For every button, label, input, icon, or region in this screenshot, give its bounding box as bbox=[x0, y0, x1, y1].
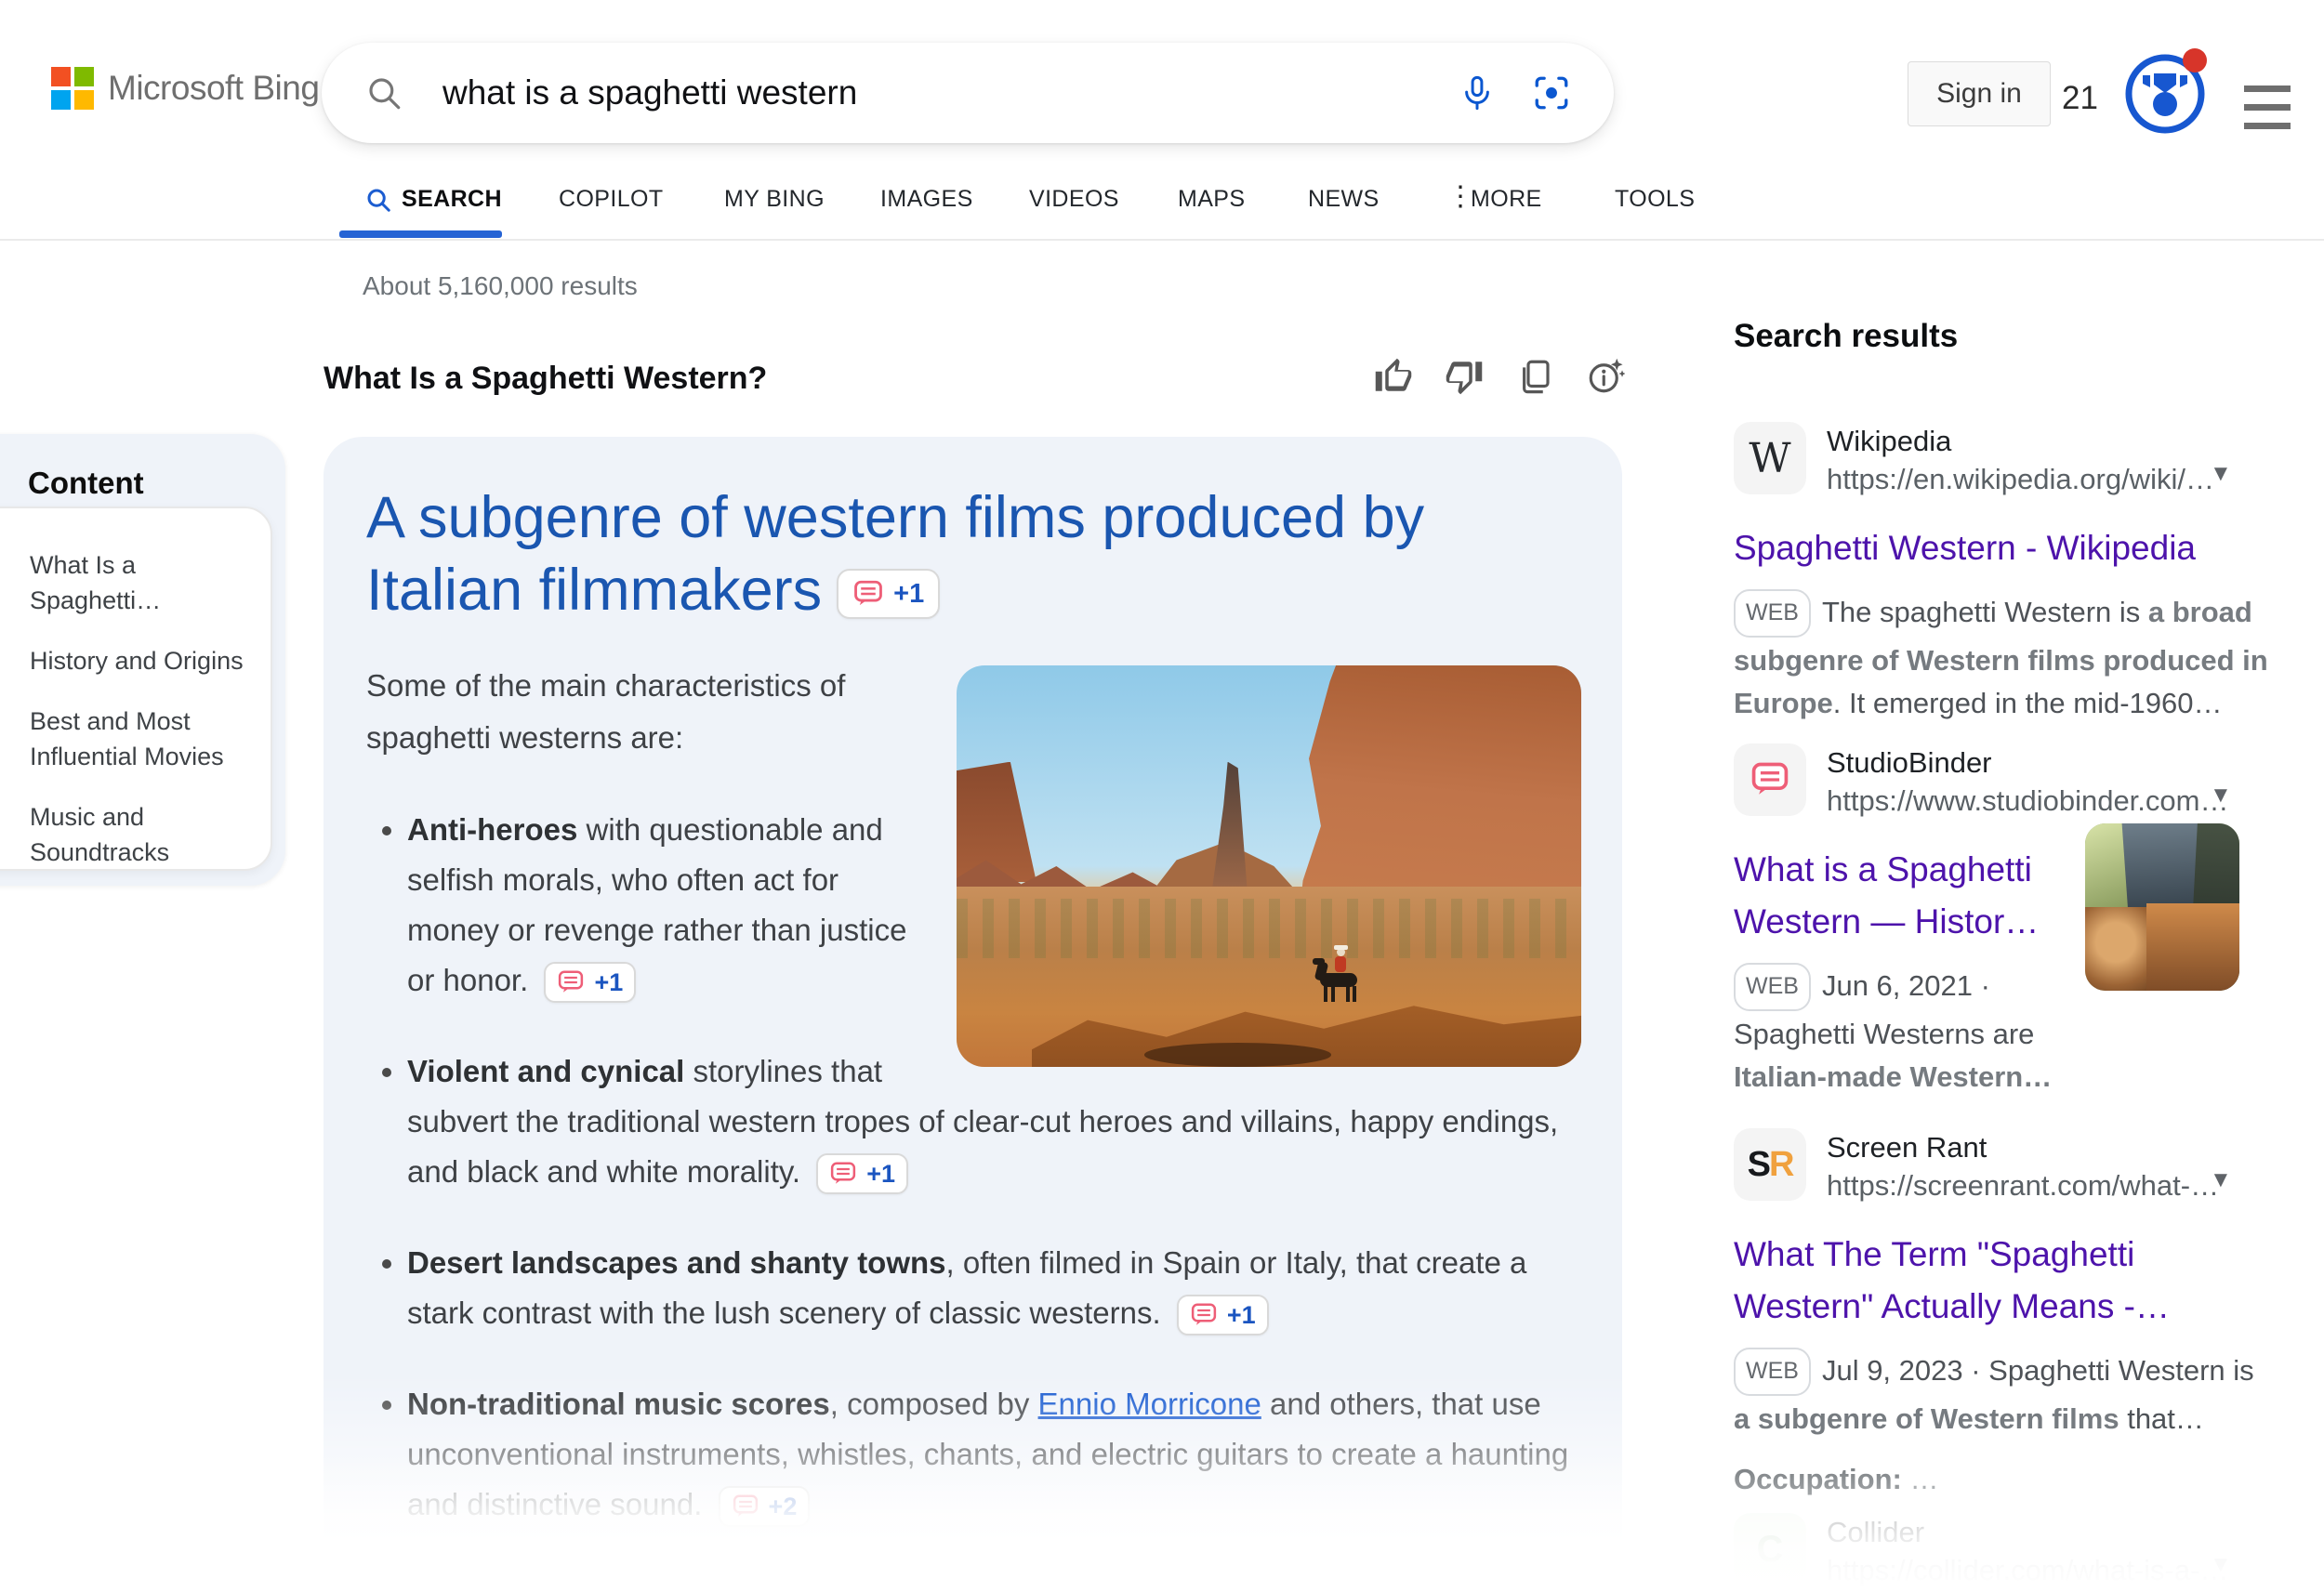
active-tab-underline bbox=[339, 230, 502, 238]
studiobinder-favicon bbox=[1734, 743, 1806, 816]
tab-maps[interactable]: MAPS bbox=[1178, 186, 1245, 213]
chevron-down-icon[interactable]: ▼ bbox=[2210, 1552, 2232, 1578]
result-studiobinder: StudioBinder https://www.studiobinder.co… bbox=[1734, 743, 2273, 1099]
bing-serp-page: Microsoft Bing Sign in 21 bbox=[0, 0, 2324, 1592]
search-icon bbox=[364, 73, 403, 112]
result-source-row[interactable]: W Wikipedia https://en.wikipedia.org/wik… bbox=[1734, 422, 2273, 498]
studiobinder-bubble-icon bbox=[732, 1493, 759, 1520]
screenrant-favicon: SR bbox=[1734, 1128, 1806, 1201]
answer-actions bbox=[1374, 357, 1625, 396]
content-rail-links: What Is a Spaghetti… History and Origins… bbox=[0, 507, 272, 871]
tab-tools[interactable]: TOOLS bbox=[1615, 186, 1695, 213]
studiobinder-bubble-icon bbox=[852, 578, 884, 610]
citation-badge[interactable]: +2 bbox=[719, 1486, 811, 1527]
web-badge: WEB bbox=[1734, 963, 1811, 1011]
studiobinder-bubble-icon bbox=[1190, 1301, 1218, 1329]
tab-my-bing[interactable]: MY BING bbox=[724, 186, 825, 213]
site-name[interactable]: Screen Rant bbox=[1827, 1128, 2219, 1166]
content-link-what-is[interactable]: What Is a Spaghetti… bbox=[30, 547, 261, 618]
answer-title: A subgenre of western films produced by … bbox=[366, 481, 1575, 626]
link-ennio-morricone[interactable]: Ennio Morricone bbox=[1038, 1387, 1261, 1421]
answer-body: Some of the main characteristics of spag… bbox=[366, 660, 1581, 1592]
site-name[interactable]: StudioBinder bbox=[1827, 743, 2228, 782]
result-snippet: WEBJul 9, 2023 · Spaghetti Western is a … bbox=[1734, 1349, 2273, 1441]
sign-in-button[interactable]: Sign in bbox=[1908, 61, 2051, 126]
result-source-row[interactable]: SR Screen Rant https://screenrant.com/wh… bbox=[1734, 1128, 2273, 1204]
content-link-history[interactable]: History and Origins bbox=[30, 643, 261, 678]
page-title: What Is a Spaghetti Western? bbox=[324, 361, 767, 397]
chevron-down-icon[interactable]: ▼ bbox=[2210, 783, 2232, 809]
collider-favicon: C bbox=[1734, 1513, 1806, 1585]
site-url[interactable]: https://www.studiobinder.com… bbox=[1827, 782, 2228, 820]
citation-badge[interactable]: +1 bbox=[816, 1153, 908, 1194]
hamburger-menu-icon[interactable] bbox=[2244, 86, 2291, 129]
result-snippet: WEBThe spaghetti Western is a broad subg… bbox=[1734, 591, 2273, 725]
result-source-row[interactable]: StudioBinder https://www.studiobinder.co… bbox=[1734, 743, 2273, 820]
nav-divider bbox=[0, 239, 2324, 241]
chevron-down-icon[interactable]: ▼ bbox=[2210, 461, 2232, 487]
site-url[interactable]: https://screenrant.com/what-… bbox=[1827, 1166, 2219, 1204]
result-thumbnail[interactable] bbox=[2085, 823, 2239, 991]
web-badge: WEB bbox=[1734, 589, 1811, 638]
studiobinder-bubble-icon bbox=[557, 968, 585, 996]
bing-logo[interactable]: Microsoft Bing bbox=[51, 67, 319, 110]
microphone-icon[interactable] bbox=[1458, 73, 1497, 112]
search-results-sidebar: Search results W Wikipedia https://en.wi… bbox=[1734, 318, 2273, 1592]
search-tab-icon bbox=[364, 186, 392, 214]
tab-copilot[interactable]: COPILOT bbox=[559, 186, 664, 213]
site-url[interactable]: https://en.wikipedia.org/wiki/… bbox=[1827, 460, 2214, 498]
logo-text: Microsoft Bing bbox=[108, 69, 319, 108]
result-attribute-row: Occupation: … bbox=[1734, 1463, 2273, 1496]
web-badge: WEB bbox=[1734, 1348, 1811, 1396]
site-name[interactable]: Wikipedia bbox=[1827, 422, 2214, 460]
search-input[interactable] bbox=[441, 72, 1422, 113]
list-item: Violent and cynical storylines that subv… bbox=[407, 1046, 1581, 1197]
results-count: About 5,160,000 results bbox=[363, 271, 638, 301]
wikipedia-favicon: W bbox=[1734, 422, 1806, 494]
answer-card: A subgenre of western films produced by … bbox=[324, 437, 1622, 1592]
horse-rider-silhouette bbox=[1313, 954, 1368, 1003]
notification-dot bbox=[2183, 48, 2207, 72]
result-title-link[interactable]: What The Term "Spaghetti Western" Actual… bbox=[1734, 1229, 2273, 1333]
tab-news[interactable]: NEWS bbox=[1308, 186, 1380, 213]
result-snippet: WEBJun 6, 2021 · Spaghetti Westerns are … bbox=[1734, 965, 2087, 1099]
content-link-movies[interactable]: Best and Most Influential Movies bbox=[30, 704, 261, 774]
result-screenrant: SR Screen Rant https://screenrant.com/wh… bbox=[1734, 1128, 2273, 1496]
visual-search-camera-icon[interactable] bbox=[1532, 73, 1571, 112]
tab-videos[interactable]: VIDEOS bbox=[1029, 186, 1119, 213]
result-source-row[interactable]: C Collider https://collider.com/what-is-… bbox=[1734, 1513, 2273, 1589]
result-collider: C Collider https://collider.com/what-is-… bbox=[1734, 1513, 2273, 1589]
chevron-down-icon[interactable]: ▼ bbox=[2210, 1167, 2232, 1193]
tab-images[interactable]: IMAGES bbox=[880, 186, 973, 213]
site-name[interactable]: Collider bbox=[1827, 1513, 2228, 1551]
tab-more[interactable]: MORE bbox=[1471, 186, 1542, 213]
citation-badge[interactable]: +1 bbox=[544, 962, 636, 1003]
thumbs-down-icon[interactable] bbox=[1445, 357, 1484, 396]
microsoft-logo-icon bbox=[51, 67, 94, 110]
search-bar[interactable] bbox=[322, 43, 1614, 143]
result-title-link[interactable]: Spaghetti Western - Wikipedia bbox=[1734, 522, 2273, 574]
citation-badge[interactable]: +1 bbox=[1177, 1295, 1269, 1335]
tab-search[interactable]: SEARCH bbox=[402, 186, 502, 213]
list-item: Desert landscapes and shanty towns, ofte… bbox=[407, 1238, 1581, 1338]
copy-icon[interactable] bbox=[1515, 357, 1554, 396]
citation-badge[interactable]: +1 bbox=[837, 569, 940, 619]
content-rail: Content What Is a Spaghetti… History and… bbox=[0, 434, 285, 886]
list-item: Commentary on politics and relations amo… bbox=[407, 1571, 1581, 1592]
result-title-link[interactable]: What is a Spaghetti Western — Histor… bbox=[1734, 844, 2106, 948]
thumbs-up-icon[interactable] bbox=[1374, 357, 1413, 396]
content-rail-title: Content bbox=[28, 466, 144, 501]
monument-valley-photo[interactable] bbox=[957, 665, 1581, 1067]
site-url[interactable]: https://collider.com/what-is-a-… bbox=[1827, 1551, 2228, 1589]
rewards-points-count[interactable]: 21 bbox=[2062, 80, 2098, 117]
ai-info-icon[interactable] bbox=[1586, 357, 1625, 396]
search-results-title: Search results bbox=[1734, 318, 2273, 355]
list-item: Non-traditional music scores, composed b… bbox=[407, 1379, 1581, 1530]
result-wikipedia: W Wikipedia https://en.wikipedia.org/wik… bbox=[1734, 422, 2273, 725]
content-link-music[interactable]: Music and Soundtracks bbox=[30, 799, 261, 870]
studiobinder-bubble-icon bbox=[829, 1160, 857, 1188]
